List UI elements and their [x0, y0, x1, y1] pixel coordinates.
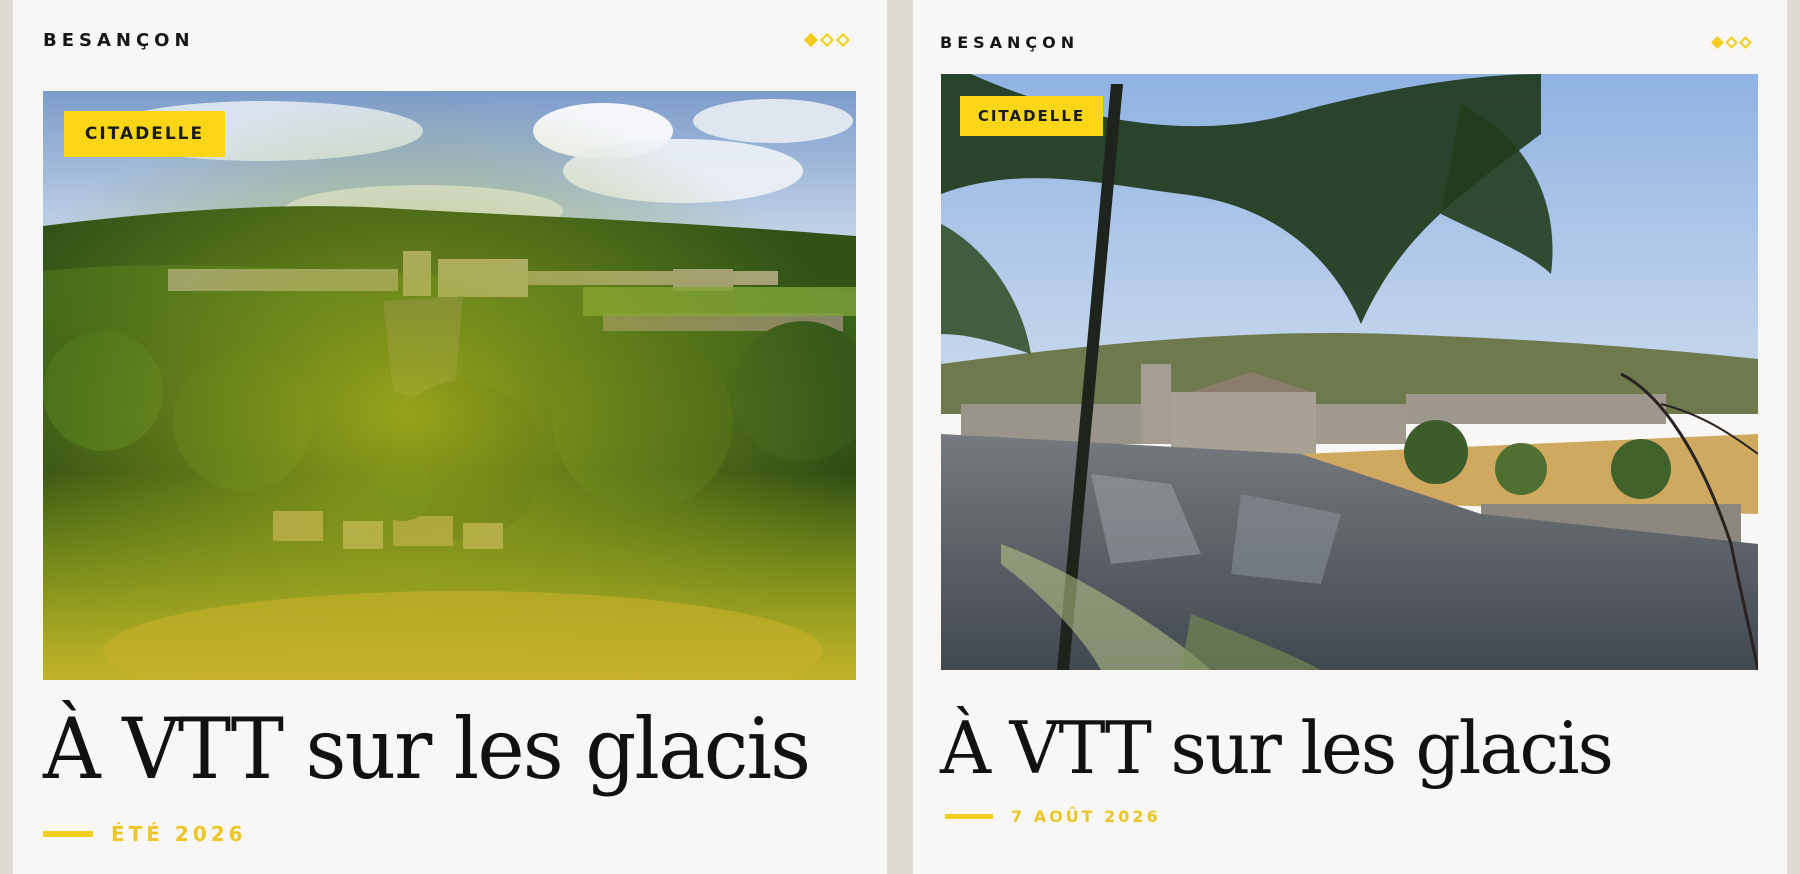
diamond-filled-icon [1711, 36, 1724, 49]
article-card-aout[interactable]: BESANÇON CITADELLE À VTT sur les glacis … [913, 0, 1787, 874]
date-row: 7 AOÛT 2026 [945, 807, 1161, 826]
diamond-outline-icon [819, 32, 835, 48]
accent-rule [43, 831, 93, 837]
diamond-outline-icon [1739, 36, 1752, 49]
date-row: ÉTÉ 2026 [43, 822, 247, 846]
brand-name: BESANÇON [940, 33, 1080, 52]
article-photo[interactable] [941, 74, 1758, 670]
article-title[interactable]: À VTT sur les glacis [940, 706, 1614, 790]
diamond-outline-icon [835, 32, 851, 48]
category-tag[interactable]: CITADELLE [960, 96, 1103, 136]
article-date: 7 AOÛT 2026 [1011, 807, 1161, 826]
diamond-outline-icon [1725, 36, 1738, 49]
brand-name: BESANÇON [43, 30, 195, 51]
category-tag[interactable]: CITADELLE [64, 111, 225, 157]
diamond-filled-icon [803, 32, 819, 48]
citadel-through-branches-image [941, 74, 1758, 670]
article-card-ete[interactable]: BESANÇON CITADELLE À VTT sur les glacis … [13, 0, 887, 874]
article-photo[interactable] [43, 91, 856, 680]
citadel-hillside-image [43, 91, 856, 680]
article-date: ÉTÉ 2026 [111, 822, 247, 846]
accent-rule [945, 814, 993, 819]
diamond-rating-icon [803, 32, 851, 48]
diamond-rating-icon [1711, 36, 1752, 49]
article-title[interactable]: À VTT sur les glacis [43, 700, 811, 798]
